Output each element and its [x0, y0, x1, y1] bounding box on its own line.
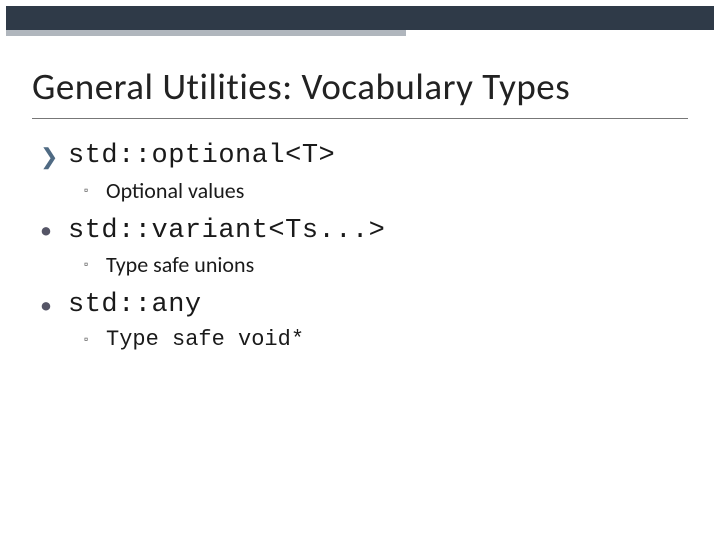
list-item: std::variant<Ts...> Type safe unions [40, 215, 680, 282]
dot-icon [40, 291, 68, 321]
square-icon [84, 332, 106, 349]
sub-label: Type safe void* [106, 325, 304, 356]
slide-title: General Utilities: Vocabulary Types [32, 64, 688, 109]
bullet-level2: Type safe void* [84, 325, 680, 356]
chevron-icon [40, 142, 68, 172]
bullet-level2: Type safe unions [84, 250, 680, 281]
header-underline [6, 30, 406, 36]
item-label: std::any [68, 289, 202, 323]
sub-label: Optional values [106, 176, 244, 207]
bullet-level1: std::optional<T> [40, 140, 680, 174]
bullet-level1: std::any [40, 289, 680, 323]
dot-icon [40, 216, 68, 246]
header-bar [6, 6, 714, 30]
list-item: std::optional<T> Optional values [40, 140, 680, 207]
bullet-level2: Optional values [84, 176, 680, 207]
item-label: std::optional<T> [68, 140, 335, 174]
sub-label: Type safe unions [106, 250, 254, 281]
content-area: std::optional<T> Optional values std::va… [40, 140, 680, 364]
square-icon [84, 183, 106, 200]
title-underline [32, 118, 688, 119]
bullet-level1: std::variant<Ts...> [40, 215, 680, 249]
square-icon [84, 257, 106, 274]
slide: General Utilities: Vocabulary Types std:… [0, 0, 720, 540]
item-label: std::variant<Ts...> [68, 215, 385, 249]
list-item: std::any Type safe void* [40, 289, 680, 356]
